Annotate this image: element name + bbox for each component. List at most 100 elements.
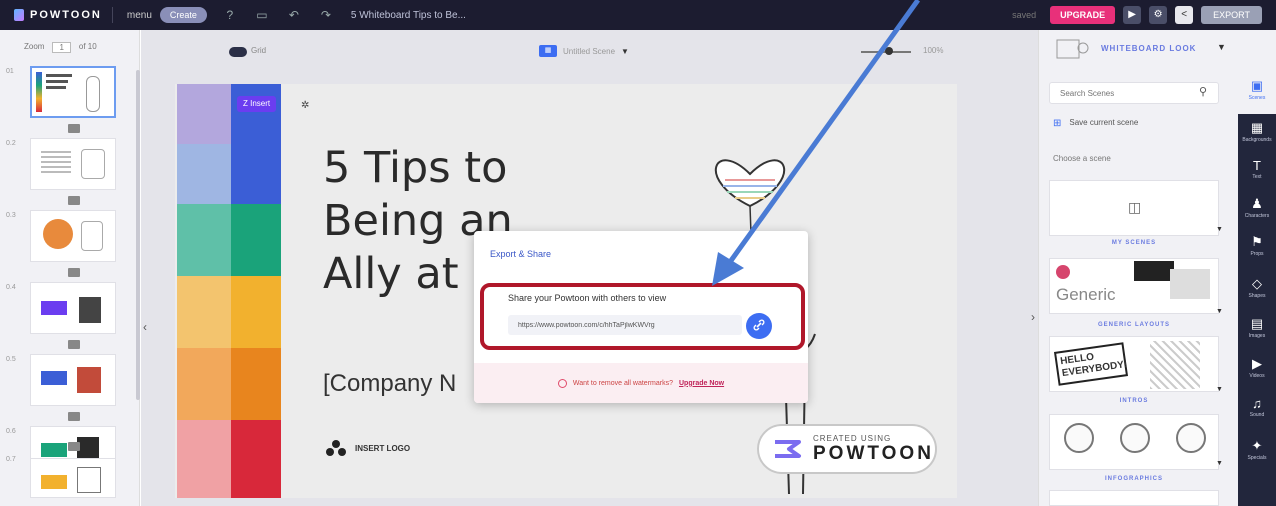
add-slide-icon[interactable] [68,124,80,133]
generic-layouts-tile[interactable]: HELLO EVERYBODY! [1049,336,1219,392]
tool-sound[interactable]: ♫ Sound [1238,396,1276,418]
powtoon-logo[interactable]: POWTOON [14,9,102,21]
chevron-down-icon[interactable]: ▼ [1216,386,1223,393]
tool-label: Backgrounds [1242,137,1272,143]
scene-search-input[interactable] [1049,82,1219,104]
tool-specials[interactable]: ✦ Specials [1238,438,1276,461]
section-label: MY SCENES [1111,240,1157,246]
canvas-zoom-value: 100% [923,46,944,55]
search-icon[interactable]: ⚲ [1199,85,1207,98]
created-using-powtoon-badge[interactable]: CREATED USING POWTOON [757,424,937,474]
chevron-down-icon: ▼ [621,46,629,56]
chevron-down-icon[interactable]: ▼ [1216,460,1223,467]
tool-shapes[interactable]: ◇ Shapes [1238,276,1276,299]
zoom-select[interactable]: 1 [52,42,71,53]
slide-zoom-row: Zoom 1 of 10 [24,42,97,53]
add-slide-icon[interactable] [68,340,80,349]
redo-icon[interactable]: ↷ [317,6,335,24]
slide-thumbnail-7[interactable] [30,458,116,498]
chevron-down-icon[interactable]: ▼ [1217,42,1226,52]
logo-dots-icon [326,440,346,456]
stripe [177,348,281,420]
tool-text[interactable]: T Text [1238,158,1276,180]
slides-scrollbar[interactable] [136,70,140,400]
settings-icon[interactable]: ⚙ [1149,6,1168,24]
zoom-slider-handle[interactable] [885,47,893,55]
stripe [177,276,281,348]
divider [111,7,113,23]
slide-number: 0.7 [6,456,16,463]
add-slide-icon[interactable] [68,412,80,421]
hello-everybody-sign: HELLO EVERYBODY! [1053,342,1129,386]
watermark-notice: Want to remove all watermarks? Upgrade N… [474,363,808,403]
powtoon-wordmark: POWTOON [813,442,934,464]
company-name[interactable]: [Company N [323,370,456,398]
tool-label: Sound [1249,412,1265,418]
intros-tile[interactable] [1049,414,1219,470]
export-button[interactable]: EXPORT [1201,6,1262,24]
upgrade-button[interactable]: UPGRADE [1050,6,1116,24]
add-slide-icon[interactable] [68,442,80,451]
menu-button[interactable]: menu [127,10,152,21]
play-button[interactable]: ▶ [1123,6,1142,24]
tool-videos[interactable]: ▶ Videos [1238,356,1276,379]
help-icon[interactable]: ? [221,6,239,24]
add-slide-icon[interactable] [68,196,80,205]
watermark-text: Want to remove all watermarks? [572,379,673,387]
slide-thumbnail-2[interactable] [30,138,116,190]
scene-dropdown[interactable]: ▦ Untitled Scene ▼ [539,45,629,57]
choose-scene-label: Choose a scene [1053,154,1111,163]
chevron-down-icon[interactable]: ▼ [1216,226,1223,233]
upgrade-now-link[interactable]: Upgrade Now [679,380,724,387]
add-slide-icon[interactable] [68,268,80,277]
share-icon[interactable]: < [1175,6,1194,24]
tool-images[interactable]: ▤ Images [1238,316,1276,339]
my-scenes-tile[interactable]: Generic [1049,258,1219,314]
tool-rail: ▣ Scenes ▦ Backgrounds T Text ♟ Characte… [1238,30,1276,506]
section-label: INFOGRAPHICS [1104,476,1163,482]
slide-thumbnail-4[interactable] [30,282,116,334]
tool-label: Scenes [1248,95,1266,101]
scene-badge-icon: ▦ [539,45,557,57]
blank-scene-card[interactable]: ◫ [1049,180,1219,236]
insert-chip[interactable]: Z Insert [237,96,277,112]
shapes-icon: ◇ [1252,276,1262,291]
slide-thumbnail-3[interactable] [30,210,116,262]
slide-thumbnail-1[interactable] [30,66,116,118]
slide-number: 0.5 [6,356,16,363]
tool-backgrounds[interactable]: ▦ Backgrounds [1238,120,1276,143]
save-current-scene[interactable]: ⊞ Save current scene [1053,118,1138,129]
previous-slide-arrow-icon[interactable]: ‹ [143,320,147,334]
undo-icon[interactable]: ↶ [285,6,303,24]
grid-toggle-label: Grid [251,46,267,55]
infographics-tile[interactable] [1049,490,1219,506]
scenes-icon: ▣ [1250,78,1264,93]
topbar-actions: saved UPGRADE ▶ ⚙ < EXPORT [1012,6,1262,24]
characters-icon: ♟ [1251,196,1263,211]
top-bar: POWTOON menu Create ? ▭ ↶ ↷ 5 Whiteboard… [0,0,1276,30]
tool-scenes[interactable]: ▣ Scenes [1238,78,1276,101]
props-icon: ⚑ [1251,234,1263,249]
insert-logo[interactable]: INSERT LOGO [325,440,410,456]
panel-style-title[interactable]: WHITEBOARD LOOK [1101,44,1196,53]
tool-characters[interactable]: ♟ Characters [1238,196,1276,219]
title-line: 5 Tips to [323,143,508,193]
text-icon: T [1253,158,1261,173]
next-slide-arrow-icon[interactable]: › [1031,310,1035,324]
annotation-highlight-box [480,283,805,350]
slide-number: 01 [6,68,14,75]
save-status: saved [1012,10,1037,20]
whiteboard-style-icon [1056,39,1089,59]
scene-dropdown-label: Untitled Scene [563,46,616,56]
powtoon-badge-icon [775,440,801,458]
preview-icon[interactable]: ▭ [253,6,271,24]
slide-thumbnail-5[interactable] [30,354,116,406]
grid-toggle[interactable] [229,47,247,57]
tool-props[interactable]: ⚑ Props [1238,234,1276,257]
create-pill[interactable]: Create [159,7,207,23]
section-label: GENERIC LAYOUTS [1097,322,1171,328]
gear-icon[interactable]: ✲ [301,100,309,111]
slide-number: 0.6 [6,428,16,435]
document-title[interactable]: 5 Whiteboard Tips to Be... [351,10,466,21]
chevron-down-icon[interactable]: ▼ [1216,308,1223,315]
